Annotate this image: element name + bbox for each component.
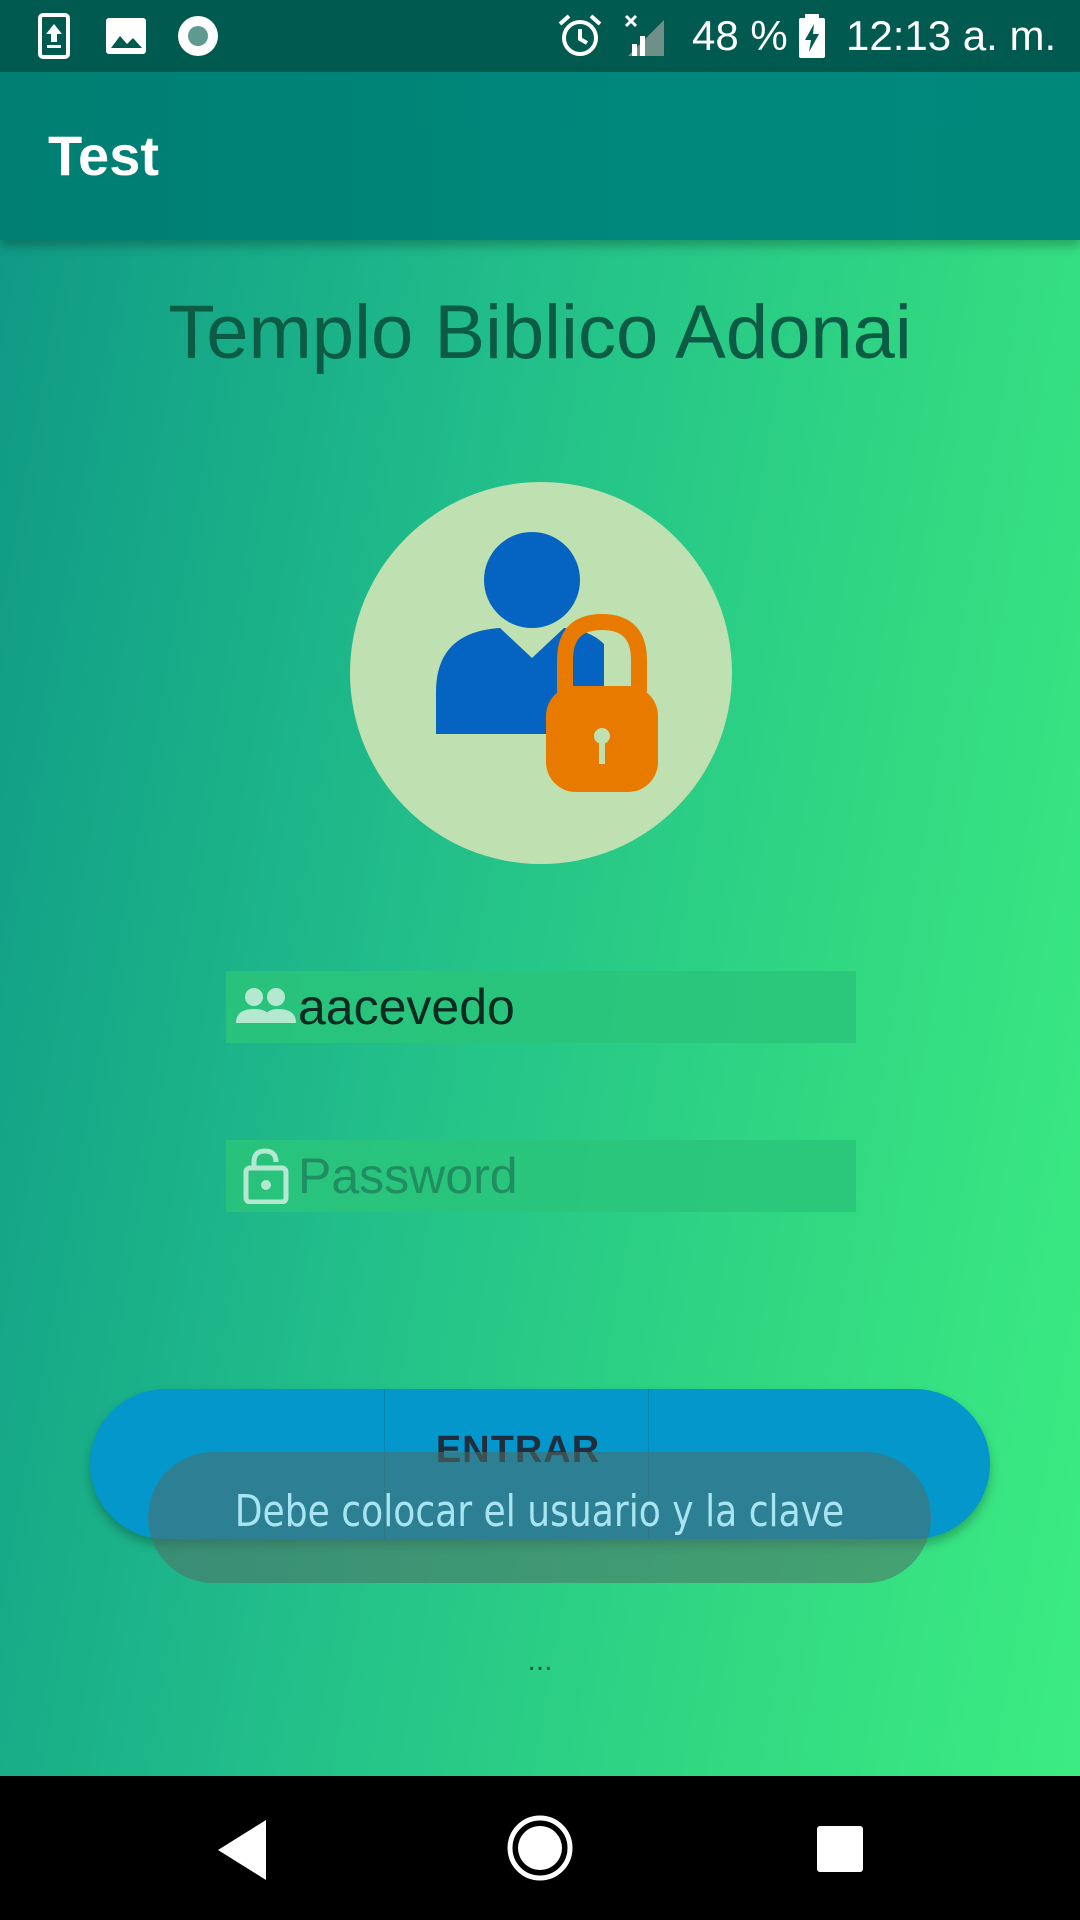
navigation-bar xyxy=(0,1776,1080,1920)
home-button[interactable] xyxy=(440,1776,640,1920)
back-button[interactable] xyxy=(140,1776,340,1920)
username-field xyxy=(226,971,856,1043)
password-field xyxy=(226,1140,856,1212)
page-title: Templo Biblico Adonai xyxy=(168,290,912,375)
recents-button[interactable] xyxy=(740,1776,940,1920)
app-title: Test xyxy=(48,124,159,187)
battery-percentage: 48 % xyxy=(692,12,788,59)
toast-text: Debe colocar el usuario y la clave xyxy=(234,1486,845,1537)
group-icon xyxy=(236,988,296,1023)
app-bar: Test xyxy=(0,72,1080,240)
alarm-icon xyxy=(558,14,602,56)
back-icon xyxy=(218,1820,266,1880)
status-bar: 48 % 12:13 a. m. xyxy=(0,0,1080,72)
home-icon xyxy=(507,1815,573,1881)
upload-notification-icon xyxy=(38,13,70,59)
avatar xyxy=(350,482,732,864)
record-notification-icon xyxy=(178,16,218,56)
battery-charging-icon xyxy=(799,14,825,58)
toast-message: Debe colocar el usuario y la clave xyxy=(148,1452,931,1583)
password-input[interactable] xyxy=(298,1140,848,1212)
lock-open-icon xyxy=(243,1148,289,1204)
clock: 12:13 a. m. xyxy=(846,12,1057,59)
gallery-notification-icon xyxy=(106,18,146,54)
username-input[interactable] xyxy=(298,971,848,1043)
user-lock-icon xyxy=(436,532,658,792)
login-screen: Templo Biblico Adonai aacevedo ENTRAR De… xyxy=(0,240,1080,1776)
footer-text: ... xyxy=(527,1644,553,1677)
recents-icon xyxy=(817,1826,863,1872)
no-signal-icon xyxy=(624,14,664,56)
